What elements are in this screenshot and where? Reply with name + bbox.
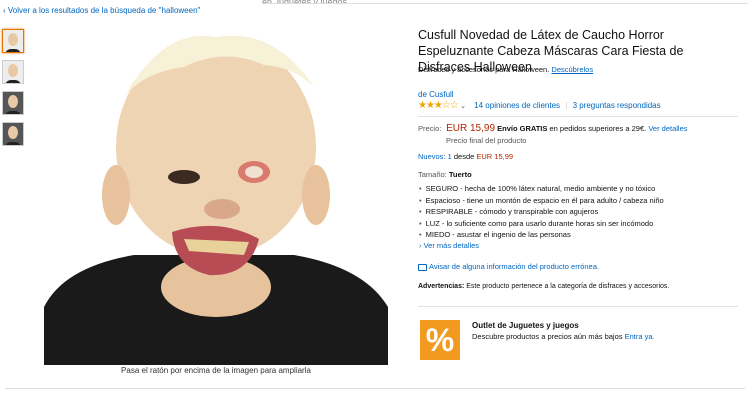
new-from-text: desde: [451, 152, 477, 161]
percent-icon[interactable]: %: [420, 320, 460, 360]
category-link[interactable]: Descúbrelos: [551, 65, 593, 74]
warning-label: Advertencias:: [418, 283, 465, 290]
size-label: Tamaño:: [418, 170, 447, 179]
price-label: Precio:: [418, 124, 442, 133]
divider: [5, 388, 745, 389]
divider: [418, 306, 738, 307]
price-row: Precio: EUR 15,99 Envío GRATIS en pedido…: [418, 123, 688, 134]
warning-text: Este producto pertenece a la categoría d…: [464, 283, 670, 290]
thumbnail-3[interactable]: [2, 91, 24, 115]
category-line: Disfraces y accesorios para Halloween. D…: [418, 65, 593, 74]
size-row: Tamaño: Tuerto: [418, 170, 472, 179]
list-item: Espacioso - tiene un montón de espacio e…: [418, 195, 664, 207]
thumbnail-1[interactable]: [2, 29, 24, 53]
chevron-down-icon[interactable]: ⌄: [460, 103, 466, 110]
outlet-description: Descubre productos a precios aún más baj…: [472, 332, 655, 341]
free-shipping-label: Envío GRATIS: [497, 124, 548, 133]
new-offers-row: Nuevos: 1 desde EUR 15,99: [418, 152, 513, 161]
list-item: RESPIRABLE - cómodo y transpirable con a…: [418, 206, 664, 218]
category-text: Disfraces y accesorios para Halloween.: [418, 65, 550, 74]
separator: |: [565, 101, 568, 110]
questions-link[interactable]: 3 preguntas respondidas: [573, 101, 661, 110]
new-offers-link[interactable]: Nuevos: 1: [418, 152, 452, 161]
final-price-note: Precio final del producto: [446, 136, 527, 145]
thumbnail-4[interactable]: [2, 122, 24, 146]
list-item: LUZ - lo suficiente como para usarlo dur…: [418, 218, 664, 230]
report-row: Avisar de alguna información del product…: [418, 262, 599, 271]
outlet-title: Outlet de Juguetes y juegos: [472, 321, 579, 330]
shipping-text: en pedidos superiores a 29€.: [547, 124, 647, 133]
divider: [262, 3, 748, 4]
divider: [418, 116, 738, 117]
thumbnail-2[interactable]: [2, 60, 24, 84]
brand-link[interactable]: de Cusfull: [418, 90, 454, 99]
outlet-link[interactable]: Entra ya.: [625, 332, 655, 341]
speech-bubble-icon: [418, 263, 427, 271]
outlet-desc-text: Descubre productos a precios aún más baj…: [472, 332, 625, 341]
thumbnail-list: [2, 29, 24, 153]
star-rating-icon[interactable]: ★★★☆☆: [418, 100, 459, 111]
rating-row: ★★★☆☆ ⌄ 14 opiniones de clientes | 3 pre…: [418, 100, 661, 111]
reviews-link[interactable]: 14 opiniones de clientes: [474, 101, 560, 110]
report-error-link[interactable]: Avisar de alguna información del product…: [429, 262, 599, 271]
list-item: SEGURO - hecha de 100% látex natural, me…: [418, 183, 664, 195]
feature-bullets: SEGURO - hecha de 100% látex natural, me…: [418, 183, 664, 241]
new-offers-price: EUR 15,99: [476, 152, 514, 161]
more-details-link[interactable]: › Ver más detalles: [419, 241, 479, 250]
warning-row: Advertencias: Este producto pertenece a …: [418, 283, 669, 290]
size-value: Tuerto: [448, 170, 472, 179]
back-to-results-link[interactable]: ‹ Volver a los resultados de la búsqueda…: [3, 6, 200, 15]
list-item: MIEDO - asustar el ingenio de las person…: [418, 229, 664, 241]
shipping-details-link[interactable]: Ver detalles: [648, 124, 687, 133]
price-value: EUR 15,99: [446, 123, 496, 134]
product-image[interactable]: [44, 27, 388, 365]
image-caption: Pasa el ratón por encima de la imagen pa…: [121, 366, 311, 375]
